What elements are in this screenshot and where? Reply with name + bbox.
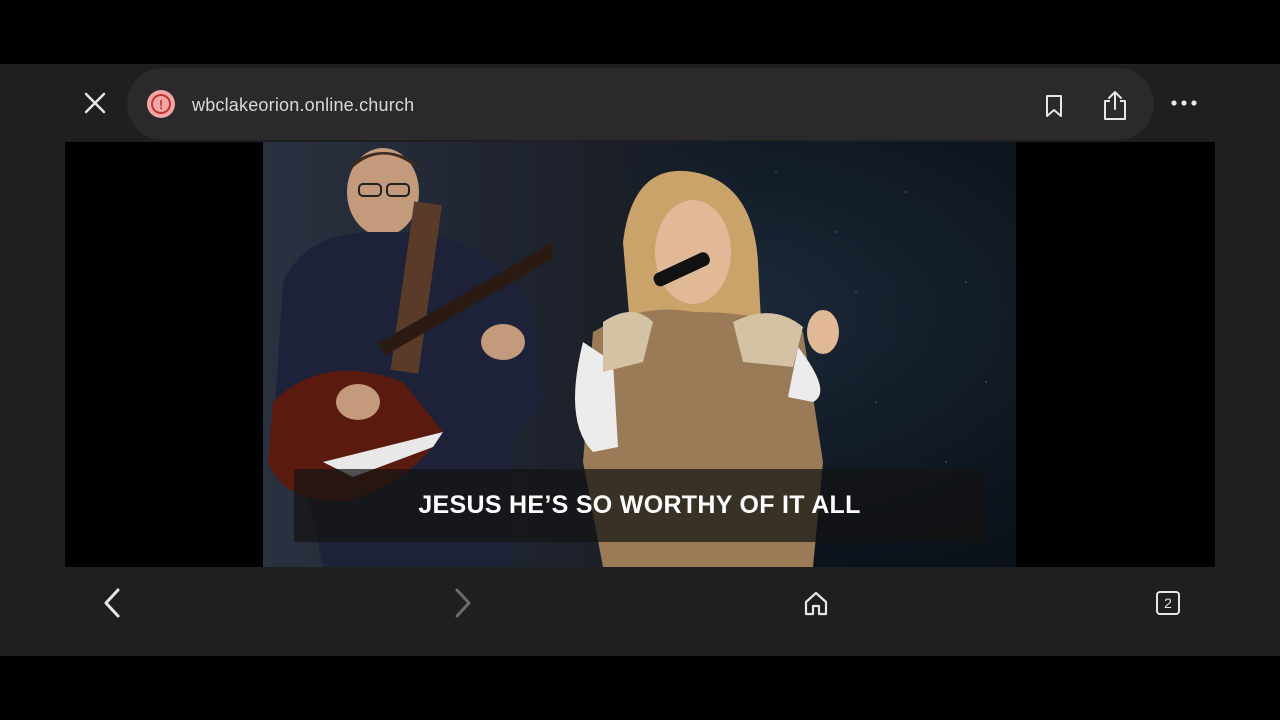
home-button[interactable] xyxy=(796,583,836,623)
bookmark-button[interactable] xyxy=(1040,92,1068,120)
tab-count-badge: 2 xyxy=(1156,591,1180,615)
video-player[interactable]: JESUS HE’S SO WORTHY OF IT ALL xyxy=(65,142,1215,567)
video-frame-image[interactable]: JESUS HE’S SO WORTHY OF IT ALL xyxy=(263,142,1016,567)
close-icon xyxy=(84,92,106,114)
share-button[interactable] xyxy=(1097,87,1133,123)
forward-button[interactable] xyxy=(443,583,483,623)
more-icon xyxy=(1171,100,1197,106)
browser-bottom-toolbar: 2 xyxy=(0,567,1280,656)
chevron-left-icon xyxy=(104,588,120,618)
home-icon xyxy=(804,591,828,616)
close-button[interactable] xyxy=(75,83,115,123)
share-icon xyxy=(1104,91,1126,120)
browser-window: ! wbclakeorion.online.church JESUS HE’S … xyxy=(0,64,1280,656)
bookmark-icon xyxy=(1046,95,1062,117)
chevron-right-icon xyxy=(455,588,471,618)
url-text[interactable]: wbclakeorion.online.church xyxy=(192,95,414,116)
back-button[interactable] xyxy=(92,583,132,623)
address-bar[interactable]: ! wbclakeorion.online.church xyxy=(127,68,1154,140)
caption-text: JESUS HE’S SO WORTHY OF IT ALL xyxy=(418,491,861,519)
more-options-button[interactable] xyxy=(1164,87,1204,119)
alert-icon[interactable]: ! xyxy=(147,90,175,118)
device-screen: ! wbclakeorion.online.church JESUS HE’S … xyxy=(0,0,1280,720)
tabs-button[interactable]: 2 xyxy=(1148,583,1188,623)
browser-top-bar: ! wbclakeorion.online.church xyxy=(0,64,1280,142)
caption-box: JESUS HE’S SO WORTHY OF IT ALL xyxy=(294,469,985,542)
